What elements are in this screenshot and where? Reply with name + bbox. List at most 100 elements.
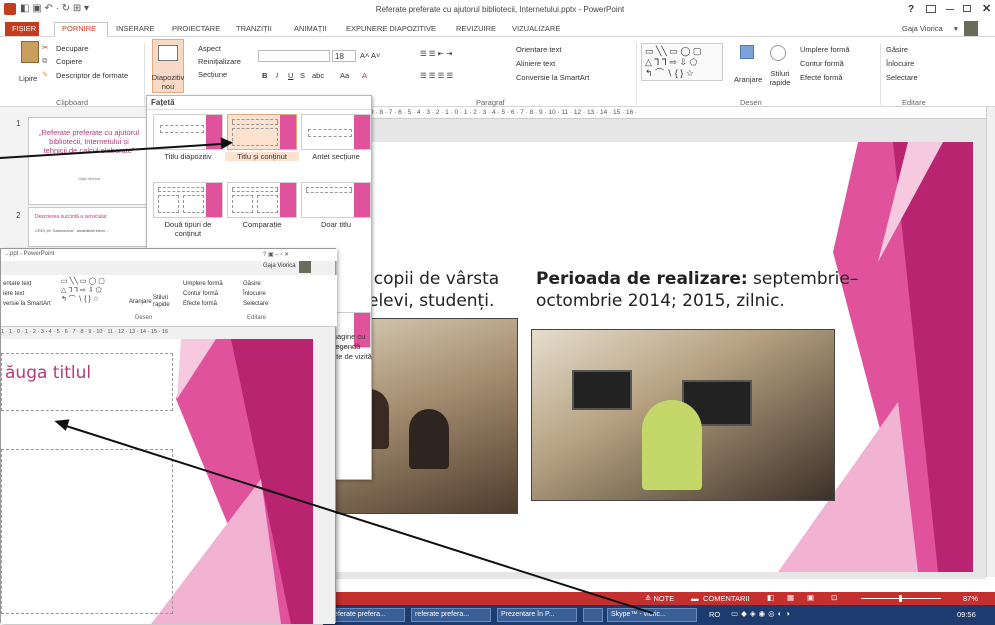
overlay-replace[interactable]: Înlocuire	[243, 291, 266, 297]
smartart-button[interactable]: Conversie la SmartArt	[516, 73, 589, 82]
notes-button[interactable]: ≙ NOTE	[645, 594, 674, 603]
ribbon-separator	[636, 43, 637, 105]
tab-fisier[interactable]: FIȘIER	[12, 24, 36, 33]
tray-icons[interactable]: ▭◆◈◉◎◐◑	[731, 609, 793, 618]
tab-animatii[interactable]: ANIMAȚII	[294, 24, 327, 33]
reset-button[interactable]: Reinițializare	[198, 57, 241, 66]
tab-expunere[interactable]: EXPUNERE DIAPOZITIVE	[346, 24, 436, 33]
quick-access-toolbar[interactable]: ◧ ▣ ↶ · ↻ ⊞ ▾	[20, 3, 89, 14]
minimize-icon[interactable]	[946, 9, 954, 10]
overlay-slide[interactable]: ăuga titlul	[1, 339, 313, 624]
font-size-input[interactable]: 18	[332, 50, 356, 62]
photo-students-right[interactable]	[531, 329, 835, 501]
overlay-align-text[interactable]: iere text	[3, 291, 24, 297]
overlay-window-controls[interactable]: ? ▣ – ▫ ✕	[263, 251, 289, 258]
layout-section-header[interactable]	[301, 114, 371, 150]
new-slide-button[interactable]: Diapozitiv nou	[150, 73, 186, 91]
layout-button[interactable]: Aspect	[198, 44, 221, 53]
vertical-scrollbar[interactable]	[986, 107, 995, 577]
overlay-shape-effects[interactable]: Efecte formă	[183, 301, 217, 307]
cut-button[interactable]: Decupare	[56, 44, 89, 53]
period-text[interactable]: Perioada de realizare: septembrie– octom…	[536, 268, 858, 312]
overlay-smartart[interactable]: versie la SmartArt	[3, 301, 51, 307]
replace-button[interactable]: Înlocuire	[886, 59, 914, 68]
slide-thumbnail-2[interactable]: Descrierea succintă a serviciului: CRDI …	[28, 207, 148, 247]
overlay-scrollbar[interactable]	[313, 327, 335, 624]
layout-title-only[interactable]	[301, 182, 371, 218]
layout-label: Comparație	[242, 220, 282, 229]
thumb-subtitle: Gaja Viorica	[78, 176, 100, 181]
layout-comparison[interactable]	[227, 182, 297, 218]
format-painter-button[interactable]: Descriptor de formate	[56, 71, 128, 80]
tab-revizuire[interactable]: REVIZUIRE	[456, 24, 496, 33]
reading-view-icon[interactable]: ▣	[807, 593, 814, 602]
overlay-find[interactable]: Găsire	[243, 281, 261, 287]
strikethrough-icon[interactable]: abc	[312, 71, 324, 80]
overlay-content-placeholder[interactable]	[1, 449, 173, 614]
bold-icon[interactable]: B	[262, 71, 267, 80]
slide-thumbnail-1[interactable]: „Referate preferate cu ajutorul bibliote…	[28, 117, 148, 205]
period-label: Perioada de realizare:	[536, 269, 748, 289]
text-direction-button[interactable]: Orientare text	[516, 45, 561, 54]
overlay-text-direction[interactable]: entare text	[3, 281, 31, 287]
shape-fill-button[interactable]: Umplere formă	[800, 45, 850, 54]
taskbar-item-word[interactable]: Prezentare în P...	[497, 608, 577, 622]
tab-proiectare[interactable]: PROIECTARE	[172, 24, 220, 33]
comments-button[interactable]: COMENTARII	[703, 594, 750, 603]
overlay-quick-styles[interactable]: Stiluri rapide	[153, 295, 177, 309]
align-icon[interactable]: ☰ ☰ ☰ ☰	[420, 71, 453, 80]
account-name[interactable]: Gaja Viorica	[902, 24, 943, 33]
layout-two-content[interactable]	[153, 182, 223, 218]
slideshow-icon[interactable]: ⊡	[831, 593, 837, 602]
overlay-user-name[interactable]: Gaja Viorica	[263, 263, 296, 269]
help-icon[interactable]: ?	[908, 4, 914, 15]
normal-view-icon[interactable]: ◧	[767, 593, 774, 602]
group-label-editare: Editare	[902, 98, 926, 107]
overlay-shapes-gallery[interactable]: ▭ ╲╲ ▭ ◯ ▢ △ ⅂ ⅂ ⇨ ⇩ ⬠ ↰ ⌒ ∖ { } ☆	[61, 277, 105, 304]
overlay-arrange[interactable]: Aranjare	[129, 299, 152, 305]
font-case-icon[interactable]: A	[362, 71, 367, 80]
overlay-shape-outline[interactable]: Contur formă	[183, 291, 218, 297]
taskbar-item-powerpoint-1[interactable]: Referate prefera...	[325, 608, 405, 622]
clock[interactable]: 09:56	[957, 610, 976, 619]
arrange-button[interactable]: Aranjare	[734, 75, 762, 84]
ribbon-display-icon[interactable]	[926, 5, 936, 13]
section-button[interactable]: Secțiune	[198, 70, 227, 79]
overlay-select[interactable]: Selectare	[243, 301, 268, 307]
restore-icon[interactable]	[963, 5, 971, 12]
arrowhead-icon	[220, 136, 234, 150]
find-button[interactable]: Găsire	[886, 45, 908, 54]
font-grow-icon[interactable]: A˄ A˅	[360, 51, 380, 60]
new-slide-icon	[158, 45, 178, 61]
zoom-slider-thumb[interactable]	[899, 595, 902, 602]
shape-outline-button[interactable]: Contur formă	[800, 59, 844, 68]
paste-button[interactable]: Lipire	[19, 74, 37, 83]
tab-pornire[interactable]: PORNIRE	[62, 24, 96, 33]
select-button[interactable]: Selectare	[886, 73, 918, 82]
account-dropdown-icon[interactable]: ▾	[954, 24, 958, 33]
language-indicator[interactable]: RO	[709, 610, 720, 619]
shadow-icon[interactable]: S	[300, 71, 305, 80]
shape-effects-button[interactable]: Efecte formă	[800, 73, 843, 82]
quick-styles-button[interactable]: Stiluri rapide	[765, 69, 795, 87]
font-name-input[interactable]	[258, 50, 330, 62]
underline-icon[interactable]: U	[288, 71, 293, 80]
taskbar-item-browser[interactable]	[583, 608, 603, 622]
taskbar-item-powerpoint-2[interactable]: referate prefera...	[411, 608, 491, 622]
overlay-shape-fill[interactable]: Umplere formă	[183, 281, 223, 287]
taskbar-item-skype[interactable]: Skype™ - vioric...	[607, 608, 697, 622]
ribbon-separator	[880, 43, 881, 105]
align-text-button[interactable]: Aliniere text	[516, 59, 555, 68]
tab-inserare[interactable]: INSERARE	[116, 24, 154, 33]
close-icon[interactable]: ✕	[982, 2, 991, 15]
slide-sorter-icon[interactable]: ▦	[787, 593, 794, 602]
zoom-level[interactable]: 87%	[963, 594, 978, 603]
copy-button[interactable]: Copiere	[56, 57, 82, 66]
tab-tranzitii[interactable]: TRANZIȚII	[236, 24, 272, 33]
tab-vizualizare[interactable]: VIZUALIZARE	[512, 24, 560, 33]
font-color-icon[interactable]: Aa	[340, 71, 349, 80]
italic-icon[interactable]: I	[276, 71, 278, 80]
audience-text[interactable]: :copii de vârsta elevi, studenți.	[368, 268, 499, 312]
layout-title-content[interactable]	[227, 114, 297, 150]
bullets-icon[interactable]: ☰ ☰ ⇤ ⇥	[420, 49, 452, 58]
